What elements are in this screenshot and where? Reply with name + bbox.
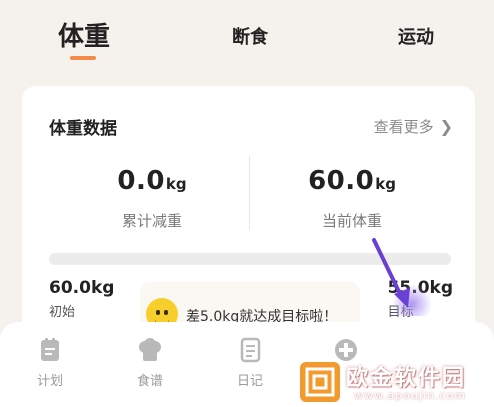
current-weight-stat: 60.0kg 当前体重: [252, 166, 452, 231]
current-weight-unit: kg: [375, 175, 396, 193]
card-title: 体重数据: [49, 119, 117, 139]
top-tabs: 体重 断食 运动: [0, 0, 494, 80]
start-weight-label: 初始: [49, 305, 76, 320]
plan-icon: [36, 336, 64, 364]
pointer-arrow-icon: [372, 238, 432, 316]
nav-label-recipes: 食谱: [136, 374, 163, 389]
diary-icon: [236, 336, 264, 364]
current-weight-label: 当前体重: [321, 212, 382, 230]
total-loss-unit: kg: [165, 175, 187, 193]
see-more-label: 查看更多: [373, 118, 434, 136]
tab-fasting[interactable]: 断食: [232, 23, 268, 49]
stat-divider: [249, 156, 250, 230]
nav-item-recipes[interactable]: 食谱: [120, 336, 180, 389]
active-tab-indicator: [70, 56, 96, 60]
chef-hat-icon: [136, 336, 164, 364]
total-loss-value: 0.0: [117, 166, 165, 196]
start-weight-value: 60.0kg: [49, 278, 115, 298]
nav-item-diary[interactable]: 日记: [220, 336, 280, 389]
see-more-link[interactable]: 查看更多 ❯: [374, 116, 453, 137]
nav-label-diary: 日记: [236, 374, 263, 389]
nav-item-plan[interactable]: 计划: [20, 336, 80, 389]
watermark: 欧金软件园 www.apoujin.com: [296, 356, 494, 407]
current-weight-value: 60.0: [308, 166, 375, 196]
watermark-text: 欧金软件园: [346, 366, 467, 391]
total-loss-label: 累计减重: [121, 212, 182, 230]
total-loss-stat: 0.0kg 累计减重: [52, 166, 252, 231]
tab-weight[interactable]: 体重: [58, 16, 110, 53]
tab-exercise[interactable]: 运动: [398, 23, 434, 49]
start-weight: 60.0kg 初始: [49, 278, 114, 320]
nav-label-plan: 计划: [36, 374, 63, 389]
chevron-right-icon: ❯: [439, 117, 453, 136]
watermark-logo-icon: [300, 362, 340, 402]
watermark-url: www.apoujin.com: [354, 389, 466, 402]
